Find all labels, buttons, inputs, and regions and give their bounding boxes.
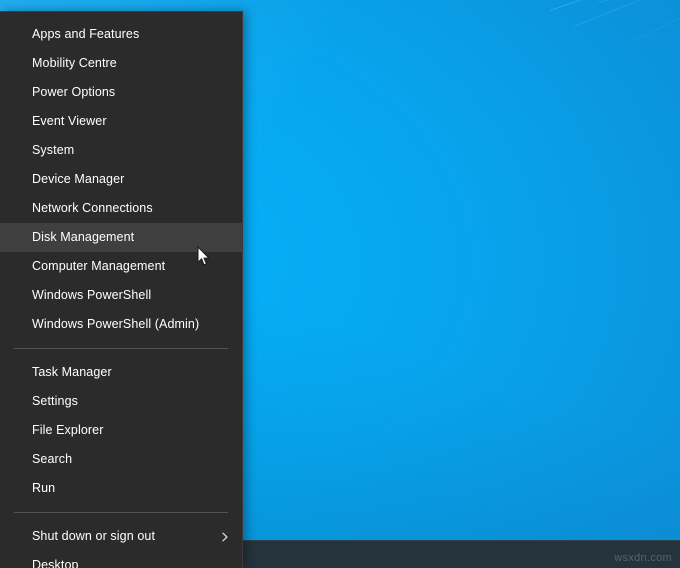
menu-item-label: Network Connections xyxy=(32,202,153,215)
menu-item-task-manager[interactable]: Task Manager xyxy=(0,358,242,387)
menu-item-label: Mobility Centre xyxy=(32,57,117,70)
menu-item-label: Power Options xyxy=(32,86,115,99)
winx-menu-group-system: Apps and Features Mobility Centre Power … xyxy=(0,20,242,339)
menu-item-label: Event Viewer xyxy=(32,115,107,128)
menu-item-label: Computer Management xyxy=(32,260,165,273)
menu-item-label: Apps and Features xyxy=(32,28,139,41)
menu-item-file-explorer[interactable]: File Explorer xyxy=(0,416,242,445)
menu-item-power-options[interactable]: Power Options xyxy=(0,78,242,107)
menu-item-label: Run xyxy=(32,482,55,495)
menu-item-shut-down-or-sign-out[interactable]: Shut down or sign out xyxy=(0,522,242,551)
menu-separator xyxy=(14,512,228,513)
menu-item-disk-management[interactable]: Disk Management xyxy=(0,223,242,252)
menu-item-label: Disk Management xyxy=(32,231,134,244)
screen: Ps wsxdn.com Apps and Fe xyxy=(0,0,680,568)
site-watermark: wsxdn.com xyxy=(614,552,672,564)
menu-item-run[interactable]: Run xyxy=(0,474,242,503)
menu-item-label: Windows PowerShell (Admin) xyxy=(32,318,199,331)
winx-context-menu[interactable]: Apps and Features Mobility Centre Power … xyxy=(0,11,243,568)
menu-item-label: System xyxy=(32,144,74,157)
menu-item-settings[interactable]: Settings xyxy=(0,387,242,416)
menu-item-label: Settings xyxy=(32,395,78,408)
menu-item-apps-and-features[interactable]: Apps and Features xyxy=(0,20,242,49)
winx-menu-group-tools: Task Manager Settings File Explorer Sear… xyxy=(0,358,242,503)
menu-item-search[interactable]: Search xyxy=(0,445,242,474)
menu-item-device-manager[interactable]: Device Manager xyxy=(0,165,242,194)
menu-item-computer-management[interactable]: Computer Management xyxy=(0,252,242,281)
menu-item-system[interactable]: System xyxy=(0,136,242,165)
menu-item-label: Desktop xyxy=(32,559,79,568)
menu-item-label: Device Manager xyxy=(32,173,124,186)
menu-item-event-viewer[interactable]: Event Viewer xyxy=(0,107,242,136)
winx-menu-group-session: Shut down or sign out Desktop xyxy=(0,522,242,568)
menu-item-windows-powershell[interactable]: Windows PowerShell xyxy=(0,281,242,310)
menu-item-label: Task Manager xyxy=(32,366,112,379)
menu-item-network-connections[interactable]: Network Connections xyxy=(0,194,242,223)
menu-separator xyxy=(14,348,228,349)
menu-item-label: Search xyxy=(32,453,72,466)
menu-item-label: File Explorer xyxy=(32,424,103,437)
menu-item-desktop[interactable]: Desktop xyxy=(0,551,242,568)
menu-item-label: Shut down or sign out xyxy=(32,530,155,543)
chevron-right-icon xyxy=(220,532,230,542)
menu-item-mobility-centre[interactable]: Mobility Centre xyxy=(0,49,242,78)
menu-item-label: Windows PowerShell xyxy=(32,289,151,302)
menu-item-windows-powershell-admin[interactable]: Windows PowerShell (Admin) xyxy=(0,310,242,339)
